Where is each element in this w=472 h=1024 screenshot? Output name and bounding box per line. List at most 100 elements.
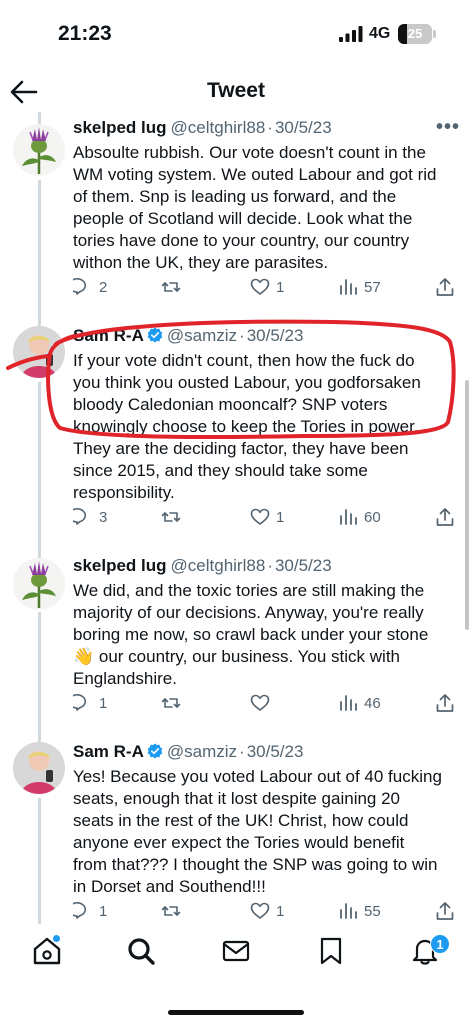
handle[interactable]: @celtghirl88 <box>171 118 266 137</box>
retweet-button[interactable] <box>161 504 187 530</box>
retweet-button[interactable] <box>161 274 187 300</box>
home-indicator <box>168 1010 304 1015</box>
share-button[interactable] <box>435 898 455 924</box>
views-count: 55 <box>364 902 381 920</box>
reply-icon <box>73 902 87 919</box>
more-icon[interactable]: ••• <box>436 116 460 139</box>
battery-cap <box>433 30 436 38</box>
tweet-actions: 1 46 <box>73 690 463 716</box>
display-name[interactable]: Sam R-A <box>73 742 144 761</box>
like-count: 1 <box>276 508 285 526</box>
status-bar: 21:23 4G 25 <box>0 0 472 70</box>
like-count: 1 <box>276 902 285 920</box>
share-icon <box>436 902 454 920</box>
scrollbar[interactable] <box>465 380 469 630</box>
share-button[interactable] <box>435 690 455 716</box>
verified-badge-icon <box>147 327 163 343</box>
views-icon <box>340 279 357 295</box>
like-button[interactable]: 1 <box>250 898 284 924</box>
avatar[interactable] <box>13 124 65 176</box>
thread-line <box>38 382 41 558</box>
reply-button[interactable]: 2 <box>73 274 107 300</box>
reply-button[interactable]: 1 <box>73 898 107 924</box>
tweet-actions: 2 1 57 <box>73 274 463 300</box>
reply-count: 1 <box>99 902 108 920</box>
share-icon <box>436 694 454 712</box>
like-button[interactable]: 1 <box>250 274 284 300</box>
reply-button[interactable]: 1 <box>73 690 107 716</box>
tweet-date: 30/5/23 <box>246 742 304 761</box>
thread-line <box>38 798 41 924</box>
signal-icon <box>339 26 363 42</box>
search-icon[interactable] <box>126 936 156 966</box>
retweet-button[interactable] <box>161 690 187 716</box>
retweet-icon <box>161 698 181 708</box>
like-button[interactable] <box>250 690 276 716</box>
tweet-text: Yes! Because you voted Labour out of 40 … <box>73 767 442 896</box>
separator-dot: · <box>239 326 245 345</box>
tweet-actions: 1 1 55 <box>73 898 463 924</box>
battery-level: 25 <box>407 26 423 41</box>
top-navigation: Tweet <box>0 70 472 114</box>
views-count: 60 <box>364 508 381 526</box>
display-name[interactable]: skelped lug <box>73 556 167 575</box>
bookmark-icon[interactable] <box>316 936 346 966</box>
retweet-icon <box>161 906 181 916</box>
reply-count: 3 <box>99 508 108 526</box>
verified-badge-icon <box>147 743 163 759</box>
like-button[interactable]: 1 <box>250 504 284 530</box>
page-title: Tweet <box>207 79 265 102</box>
thread-line <box>38 612 41 744</box>
avatar[interactable] <box>13 326 65 378</box>
network-type: 4G <box>369 25 391 42</box>
status-time: 21:23 <box>58 22 112 45</box>
like-icon <box>250 508 270 525</box>
reply-icon <box>73 278 87 295</box>
handle[interactable]: @samziz <box>167 742 237 761</box>
tweet-date: 30/5/23 <box>274 556 332 575</box>
tweet-actions: 3 1 60 <box>73 504 463 530</box>
separator-dot: · <box>267 118 273 137</box>
avatar[interactable] <box>13 558 65 610</box>
avatar[interactable] <box>13 742 65 794</box>
separator-dot: · <box>267 556 273 575</box>
handle[interactable]: @samziz <box>167 326 237 345</box>
display-name[interactable]: skelped lug <box>73 118 167 137</box>
tweet-header: skelped lug @celtghirl88 · 30/5/23 <box>73 556 433 576</box>
like-icon <box>250 902 270 919</box>
profile-photo-icon <box>13 742 65 794</box>
tweet-text: If your vote didn't count, then how the … <box>73 351 421 502</box>
views-count: 46 <box>364 694 381 712</box>
thistle-avatar-icon <box>22 561 56 608</box>
tweet-header: skelped lug @celtghirl88 · 30/5/23 <box>73 118 433 138</box>
like-count: 1 <box>276 278 285 296</box>
share-button[interactable] <box>435 504 455 530</box>
tweet-date: 30/5/23 <box>274 118 332 137</box>
notifications-badge: 1 <box>430 934 450 954</box>
like-icon <box>250 694 270 711</box>
handle[interactable]: @celtghirl88 <box>171 556 266 575</box>
retweet-icon <box>161 512 181 522</box>
views-button[interactable]: 60 <box>338 504 381 530</box>
display-name[interactable]: Sam R-A <box>73 326 144 345</box>
reply-icon <box>73 694 87 711</box>
tweet-text: We did, and the toxic tories are still m… <box>73 581 429 688</box>
like-icon <box>250 278 270 295</box>
reply-count: 1 <box>99 694 108 712</box>
views-icon <box>340 903 357 919</box>
views-button[interactable]: 55 <box>338 898 381 924</box>
views-button[interactable]: 57 <box>338 274 381 300</box>
tweet-header: Sam R-A @samziz · 30/5/23 <box>73 742 433 762</box>
tweet-header: Sam R-A @samziz · 30/5/23 <box>73 326 433 346</box>
share-icon <box>436 278 454 296</box>
messages-icon[interactable] <box>221 936 251 966</box>
share-button[interactable] <box>435 274 455 300</box>
retweet-button[interactable] <box>161 898 187 924</box>
views-button[interactable]: 46 <box>338 690 381 716</box>
views-icon <box>340 509 357 525</box>
reply-button[interactable]: 3 <box>73 504 107 530</box>
views-count: 57 <box>364 278 381 296</box>
separator-dot: · <box>239 742 245 761</box>
reply-count: 2 <box>99 278 108 296</box>
tweet-date: 30/5/23 <box>246 326 304 345</box>
